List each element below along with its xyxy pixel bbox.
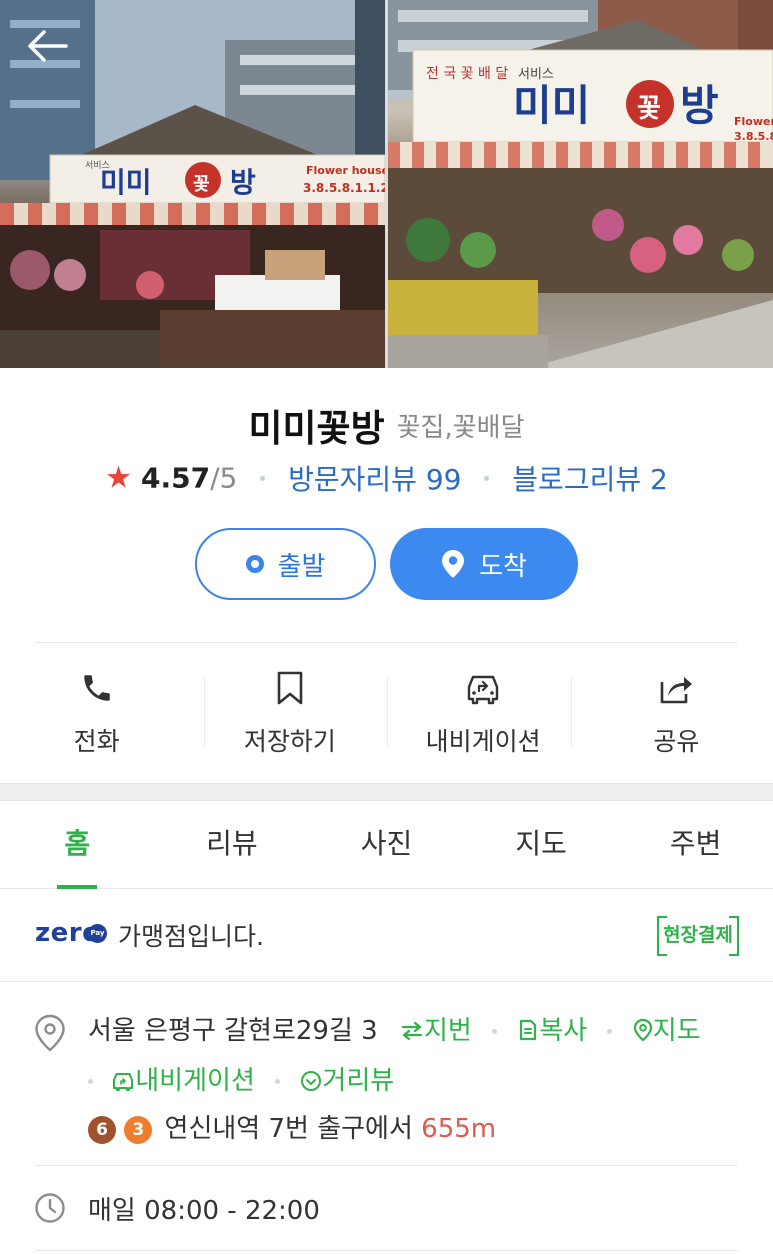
place-name: 미미꽃방 xyxy=(248,407,385,450)
back-arrow-icon xyxy=(28,30,68,62)
arrive-route-button[interactable]: 도착 xyxy=(390,528,578,600)
arrive-route-label: 도착 xyxy=(479,551,527,582)
save-button[interactable]: 저장하기 xyxy=(193,660,386,760)
swap-arrows-icon xyxy=(401,1021,423,1041)
street-view-icon xyxy=(301,1071,322,1091)
copy-address-link[interactable]: 복사 xyxy=(517,1016,595,1046)
action-divider xyxy=(204,676,205,748)
tab-map[interactable]: 지도 xyxy=(464,801,619,888)
svg-text:미미: 미미 xyxy=(513,81,590,130)
tab-nearby[interactable]: 주변 xyxy=(618,801,773,888)
subway-line-6-badge: 6 xyxy=(88,1115,116,1144)
hours-text: 매일 08:00 - 22:00 xyxy=(88,1196,320,1226)
svg-text:서비스: 서비스 xyxy=(518,67,554,82)
onsite-payment-badge[interactable]: 현장결제 xyxy=(657,916,739,956)
map-pin-icon xyxy=(633,1018,652,1042)
navigation-label: 내비게이션 xyxy=(425,727,541,756)
section-gap xyxy=(0,783,773,801)
street-view-label: 거리뷰 xyxy=(322,1066,395,1096)
exit-text: 7번 출구에서 xyxy=(268,1114,413,1144)
rating-max: /5 xyxy=(210,461,238,495)
svg-text:방: 방 xyxy=(230,166,256,199)
call-label: 전화 xyxy=(73,727,120,756)
clock-icon xyxy=(35,1193,65,1223)
separator-dot xyxy=(492,1029,498,1034)
svg-text:Flower hous: Flower hous xyxy=(734,115,773,128)
star-icon: ★ xyxy=(105,460,133,496)
separator-dot xyxy=(484,475,490,481)
svg-text:Flower house: Flower house xyxy=(306,164,385,177)
zeropay-text: 가맹점입니다. xyxy=(118,922,264,951)
map-link[interactable]: 지도 xyxy=(633,1016,701,1046)
svg-text:3.8.5.8.1.1.2: 3.8.5.8.1.1.2 xyxy=(303,181,385,195)
svg-text:꽃: 꽃 xyxy=(637,94,661,124)
zeropay-row: zero Pay 가맹점입니다. 현장결제 xyxy=(0,890,773,982)
svg-text:꽃: 꽃 xyxy=(193,174,210,195)
share-button[interactable]: 공유 xyxy=(580,660,773,760)
call-button[interactable]: 전화 xyxy=(0,660,193,760)
svg-text:전 국 꽃 배 달: 전 국 꽃 배 달 xyxy=(426,66,508,82)
visitor-reviews-link[interactable]: 방문자리뷰 99 xyxy=(288,463,461,496)
navigation-link-label: 내비게이션 xyxy=(135,1066,255,1096)
zeropay-pay-badge: Pay xyxy=(88,924,107,943)
back-button[interactable] xyxy=(26,28,70,64)
rating-score: 4.57 xyxy=(140,461,211,495)
share-label: 공유 xyxy=(653,727,700,756)
start-route-button[interactable]: 출발 xyxy=(195,528,376,600)
place-category: 꽃집,꽃배달 xyxy=(396,412,525,443)
separator-dot xyxy=(88,1079,93,1084)
divider xyxy=(35,1165,738,1166)
start-route-label: 출발 xyxy=(277,551,326,582)
navigation-button[interactable]: 내비게이션 xyxy=(387,660,580,760)
blog-reviews-link[interactable]: 블로그리뷰 2 xyxy=(512,463,668,496)
station-name: 연신내역 xyxy=(164,1114,261,1144)
navigation-link[interactable]: 내비게이션 xyxy=(111,1066,263,1096)
location-pin-icon xyxy=(35,1014,65,1052)
action-divider xyxy=(387,676,388,748)
separator-dot xyxy=(607,1029,613,1034)
place-title-row: 미미꽃방 꽃집,꽃배달 xyxy=(0,398,773,452)
phone-icon xyxy=(83,675,110,701)
car-navigation-icon xyxy=(467,675,499,705)
copy-label: 복사 xyxy=(539,1016,588,1046)
separator-dot xyxy=(275,1079,281,1084)
svg-text:서비스: 서비스 xyxy=(85,160,110,171)
tab-bar: 홈 리뷰 사진 지도 주변 xyxy=(0,801,773,889)
hero-photos: 미미 방 꽃 Flower house 3.8.5.8.1.1.2 서비스 미미… xyxy=(0,0,773,368)
action-bar: 전화 저장하기 내비게이션 공유 xyxy=(0,660,773,760)
share-icon xyxy=(661,677,693,704)
tab-reviews[interactable]: 리뷰 xyxy=(155,801,310,888)
svg-text:방: 방 xyxy=(680,81,719,130)
divider xyxy=(35,642,738,643)
lot-number-label: 지번 xyxy=(423,1016,472,1046)
copy-document-icon xyxy=(520,1019,537,1041)
tab-photos[interactable]: 사진 xyxy=(309,801,464,888)
svg-text:3.8.5.8.1: 3.8.5.8.1 xyxy=(734,130,773,143)
tab-home[interactable]: 홈 xyxy=(0,801,155,889)
address-links-line: 내비게이션 거리뷰 xyxy=(88,1060,394,1097)
subway-line: 6 3 연신내역 7번 출구에서 655m xyxy=(88,1108,496,1145)
lot-number-link[interactable]: 지번 xyxy=(400,1016,480,1046)
location-pin-icon xyxy=(442,550,465,578)
separator-dot xyxy=(260,475,266,481)
route-buttons: 출발 도착 xyxy=(0,528,773,600)
storefront-photo-right[interactable]: 미미 꽃 방 전 국 꽃 배 달 서비스 Flower hous 3.8.5.8… xyxy=(388,0,773,368)
divider xyxy=(35,1250,738,1251)
bookmark-icon xyxy=(277,671,303,705)
rating-row: ★ 4.57/5 방문자리뷰 99 블로그리뷰 2 xyxy=(0,458,773,498)
station-distance: 655m xyxy=(421,1114,497,1144)
save-label: 저장하기 xyxy=(243,727,336,756)
address-line: 서울 은평구 갈현로29길 3 지번 복사 지도 xyxy=(88,1010,701,1047)
map-label: 지도 xyxy=(652,1016,701,1046)
subway-line-3-badge: 3 xyxy=(124,1115,153,1144)
street-view-link[interactable]: 거리뷰 xyxy=(300,1066,394,1096)
action-divider xyxy=(571,676,572,748)
start-point-icon xyxy=(245,555,264,573)
address-text: 서울 은평구 갈현로29길 3 xyxy=(88,1016,378,1046)
car-icon xyxy=(113,1073,134,1091)
